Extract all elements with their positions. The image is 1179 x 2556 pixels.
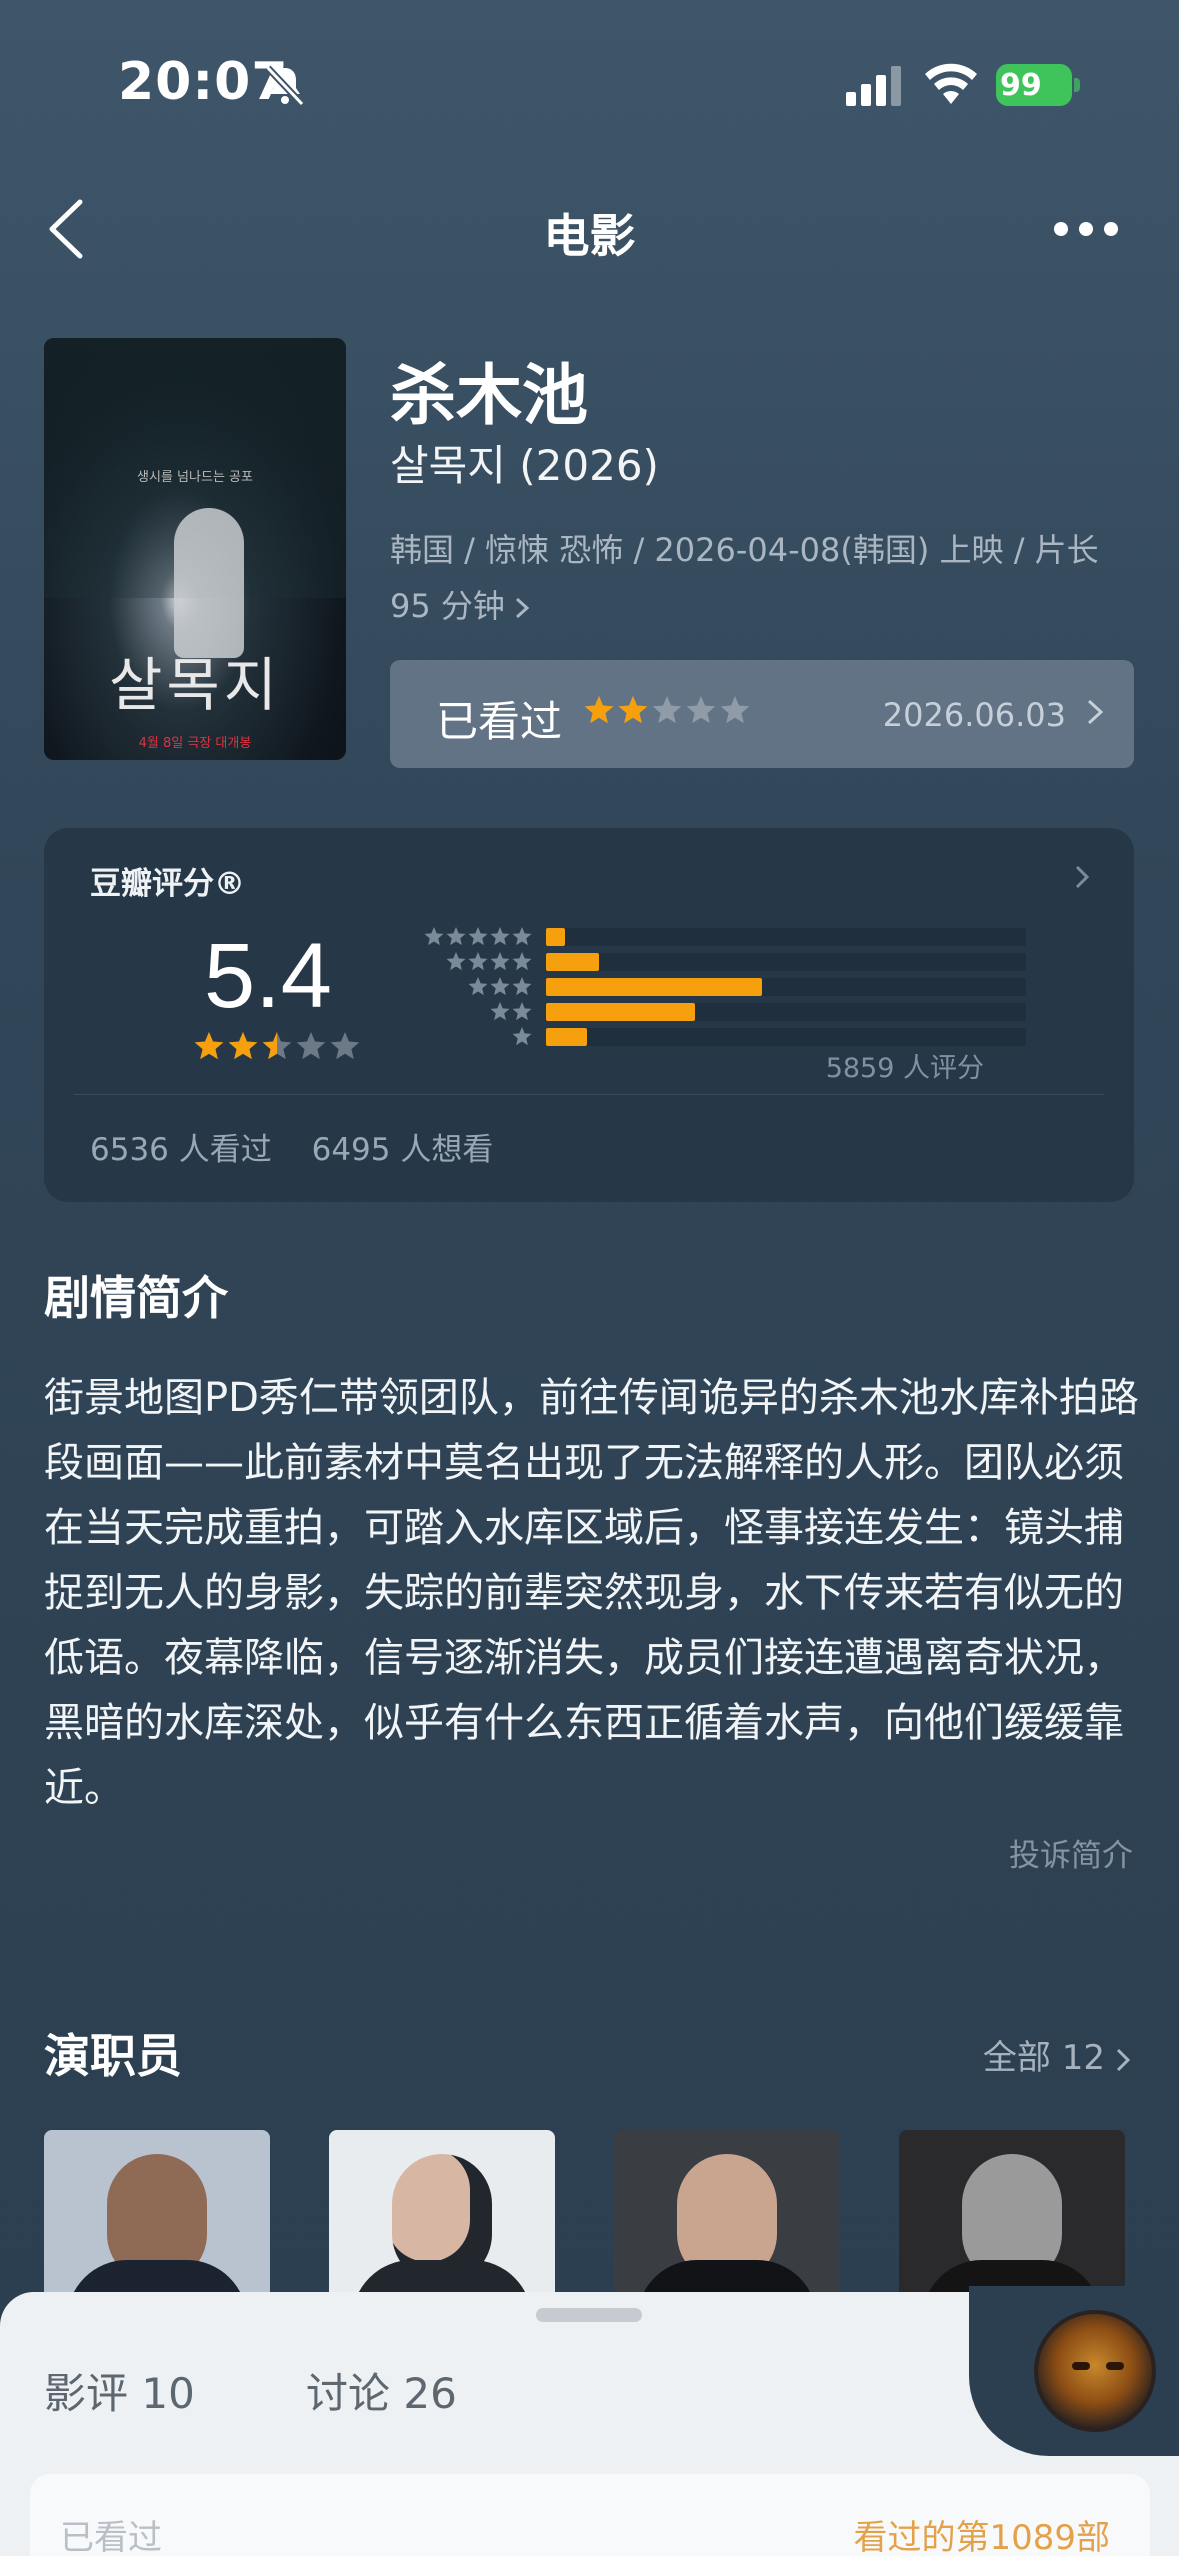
distribution-track — [546, 978, 1026, 996]
rating-distribution — [384, 926, 1034, 1056]
star-icon — [296, 1032, 326, 1060]
cast-member-photo[interactable] — [44, 2130, 270, 2300]
star-filled-icon — [194, 1032, 224, 1060]
rating-footer: 6536 人看过 6495 人想看 — [90, 1124, 523, 1169]
tab-discussions[interactable]: 讨论 26 — [306, 2360, 457, 2421]
drag-handle[interactable] — [536, 2308, 642, 2322]
cast-member-photo[interactable] — [329, 2130, 555, 2300]
tab-reviews[interactable]: 影评 10 — [44, 2360, 195, 2421]
battery-level: 99 — [1000, 68, 1042, 103]
rating-label: 豆瓣评分® — [90, 866, 245, 902]
cellular-signal-icon — [846, 66, 901, 106]
report-synopsis-link[interactable]: 投诉简介 — [1009, 1830, 1133, 1875]
movie-meta-text: 韩国 / 惊悚 恐怖 / 2026-04-08(韩国) 上映 / 片长 95 分… — [390, 531, 1099, 625]
poster-title: 살목지 — [108, 651, 282, 719]
chevron-right-icon — [515, 597, 529, 619]
distribution-row — [384, 1001, 1034, 1023]
star-icon — [652, 696, 682, 724]
poster-release: 4월 8일 극장 대개봉 — [138, 736, 252, 751]
chevron-right-icon — [1087, 699, 1104, 725]
bell-muted-icon — [265, 65, 305, 107]
star-icon — [330, 1032, 360, 1060]
movie-meta[interactable]: 韩国 / 惊悚 恐怖 / 2026-04-08(韩国) 上映 / 片长 95 分… — [390, 522, 1130, 634]
distribution-bar — [546, 1028, 587, 1046]
status-bar: 20:07 99 — [0, 0, 1179, 170]
seen-count[interactable]: 6536 人看过 — [90, 1132, 272, 1168]
distribution-track — [546, 1003, 1026, 1021]
distribution-bar — [546, 1003, 695, 1021]
page-title: 电影 — [543, 209, 636, 263]
my-rating-stars — [584, 696, 750, 724]
star-icon — [720, 696, 750, 724]
watched-label: 已看过 — [436, 697, 563, 746]
douban-rating-card[interactable]: 豆瓣评分® 5.4 5859 人评分 6536 人看过 6495 人想看 — [44, 828, 1134, 1202]
cast-title: 演职员 — [44, 2029, 182, 2083]
chevron-right-icon — [1116, 2048, 1131, 2071]
sheet-preview-card[interactable]: 已看过 看过的第1089部 — [30, 2474, 1150, 2556]
distribution-track — [546, 1028, 1026, 1046]
cast-member-photo[interactable] — [614, 2130, 840, 2300]
star-filled-icon — [228, 1032, 258, 1060]
synopsis-text: 街景地图PD秀仁带领团队，前往传闻诡异的杀木池水库补拍路段画面——此前素材中莫名… — [44, 1375, 1139, 1811]
distribution-bar — [546, 978, 762, 996]
cast-all-label: 全部 12 — [982, 2038, 1105, 2078]
sheet-card-count: 看过的第1089部 — [853, 2518, 1110, 2556]
distribution-row — [384, 926, 1034, 948]
more-icon[interactable] — [1050, 212, 1122, 242]
distribution-stars-icon — [424, 927, 532, 946]
mask-avatar-button[interactable] — [1034, 2310, 1156, 2432]
star-filled-icon — [584, 696, 614, 724]
rating-stars — [194, 1032, 360, 1060]
rating-score: 5.4 — [204, 925, 332, 1027]
movie-original-title: 살목지 (2026) — [390, 441, 659, 490]
synopsis-title: 剧情简介 — [44, 1271, 228, 1325]
poster-tagline: 생시를 넘나드는 공포 — [137, 470, 253, 485]
distribution-track — [546, 928, 1026, 946]
battery-icon: 99 — [996, 64, 1080, 106]
distribution-row — [384, 976, 1034, 998]
want-count[interactable]: 6495 人想看 — [312, 1132, 494, 1168]
distribution-bar — [546, 928, 566, 946]
distribution-row — [384, 951, 1034, 973]
rating-count: 5859 人评分 — [825, 1053, 984, 1084]
star-filled-icon — [618, 696, 648, 724]
star-icon — [686, 696, 716, 724]
movie-poster[interactable]: 생시를 넘나드는 공포 살목지 4월 8일 극장 대개봉 — [44, 338, 346, 760]
watched-date: 2026.06.03 — [882, 696, 1066, 734]
distribution-track — [546, 953, 1026, 971]
cast-member-photo[interactable] — [899, 2130, 1125, 2300]
watched-status-button[interactable]: 已看过 2026.06.03 — [390, 660, 1134, 768]
distribution-stars-icon — [468, 977, 532, 996]
chevron-right-icon — [1075, 865, 1090, 889]
wifi-icon — [925, 63, 977, 104]
distribution-stars-icon — [512, 1027, 532, 1046]
bottom-sheet[interactable]: 影评 10 讨论 26 已看过 看过的第1089部 — [0, 2286, 1179, 2556]
distribution-stars-icon — [490, 1002, 532, 1021]
distribution-row — [384, 1026, 1034, 1048]
sheet-card-label: 已看过 — [60, 2518, 162, 2556]
distribution-stars-icon — [446, 952, 532, 971]
divider — [74, 1094, 1104, 1095]
distribution-bar — [546, 953, 599, 971]
movie-title: 杀木池 — [390, 357, 588, 434]
cast-all-link[interactable]: 全部 12 — [983, 2030, 1131, 2079]
